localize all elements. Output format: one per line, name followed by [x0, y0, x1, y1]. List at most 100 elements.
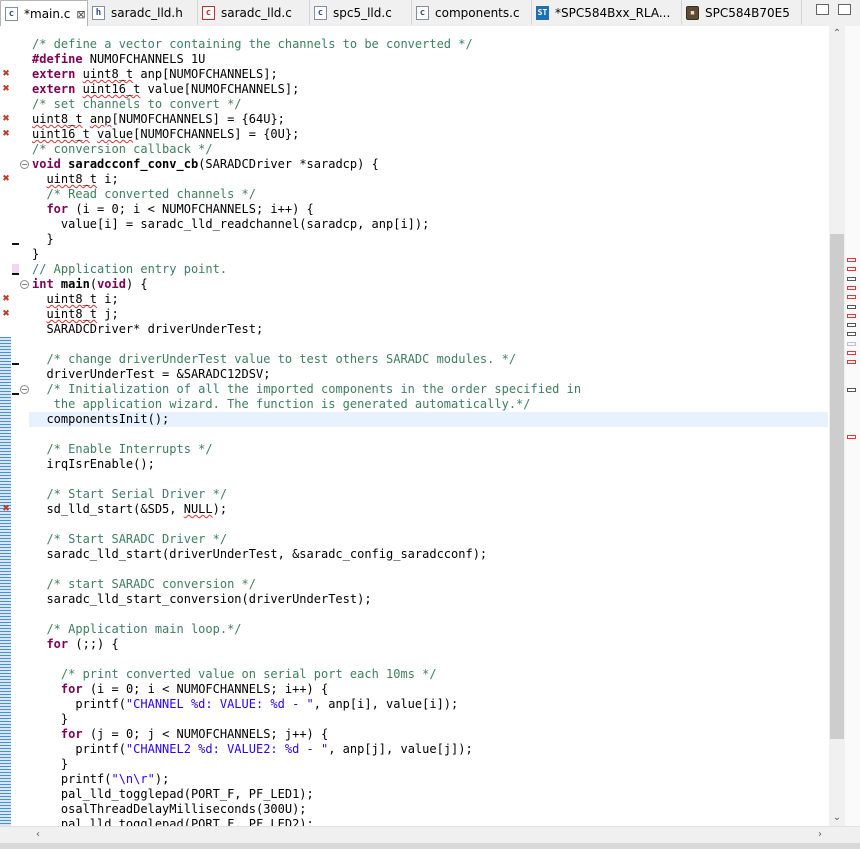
scroll-left-icon[interactable]: ‹ — [30, 827, 46, 843]
code-line[interactable]: void saradcconf_conv_cb(SARADCDriver *sa… — [32, 157, 828, 172]
code-line[interactable]: for (i = 0; i < NUMOFCHANNELS; i++) { — [32, 202, 828, 217]
code-line[interactable]: } — [32, 712, 828, 727]
code-line[interactable]: /* Enable Interrupts */ — [32, 442, 828, 457]
current-code-line[interactable]: componentsInit(); — [29, 412, 828, 427]
overview-marker[interactable] — [847, 332, 856, 337]
code-line[interactable]: value[i] = saradc_lld_readchannel(saradc… — [32, 217, 828, 232]
code-line[interactable]: uint16_t value[NUMOFCHANNELS] = {0U}; — [32, 127, 828, 142]
code-line[interactable]: /* Start Serial Driver */ — [32, 487, 828, 502]
scroll-up-icon[interactable]: ⌃ — [829, 26, 845, 42]
code-line[interactable]: uint8_t anp[NUMOFCHANNELS] = {64U}; — [32, 112, 828, 127]
fold-toggle-icon[interactable]: − — [20, 385, 29, 394]
fold-toggle-icon[interactable]: − — [20, 280, 29, 289]
vertical-scrollbar[interactable]: ⌃ ⌄ — [829, 26, 845, 826]
tab-spc5-lld-c[interactable]: c spc5_lld.c — [310, 0, 412, 25]
code-line[interactable]: irqIsrEnable(); — [32, 457, 828, 472]
error-marker-icon[interactable]: ✖ — [1, 114, 11, 124]
error-marker-icon[interactable]: ✖ — [1, 84, 11, 94]
code-line[interactable] — [32, 562, 828, 577]
code-line[interactable]: saradc_lld_start_conversion(driverUnderT… — [32, 592, 828, 607]
error-marker-icon[interactable]: ✖ — [1, 309, 11, 319]
overview-marker[interactable] — [847, 388, 856, 393]
code-line[interactable]: for (i = 0; i < NUMOFCHANNELS; i++) { — [32, 682, 828, 697]
code-line[interactable]: int main(void) { — [32, 277, 828, 292]
code-editor[interactable]: ✖ ✖ ✖ ✖ ✖ ✖ ✖ ✖ − − − /* define a vector containin… — [0, 26, 860, 831]
code-line[interactable]: printf("CHANNEL %d: VALUE: %d - ", anp[i… — [32, 697, 828, 712]
error-marker-icon[interactable]: ✖ — [1, 129, 11, 139]
maximize-icon[interactable] — [838, 4, 851, 15]
code-line[interactable] — [32, 652, 828, 667]
code-line[interactable]: printf("\n\r"); — [32, 772, 828, 787]
tab-components-c[interactable]: c components.c — [412, 0, 532, 25]
overview-marker[interactable] — [847, 323, 856, 328]
close-tab-icon[interactable]: ⊠ — [76, 8, 85, 21]
code-line[interactable]: printf("CHANNEL2 %d: VALUE2: %d - ", anp… — [32, 742, 828, 757]
error-marker-icon[interactable]: ✖ — [1, 294, 11, 304]
code-line[interactable]: #define NUMOFCHANNELS 1U — [32, 52, 828, 67]
minimize-icon[interactable] — [816, 4, 829, 15]
overview-marker[interactable] — [847, 341, 856, 346]
overview-marker[interactable] — [847, 285, 856, 290]
scroll-right-icon[interactable]: › — [812, 827, 828, 843]
overview-marker[interactable] — [847, 258, 856, 262]
error-marker-icon[interactable]: ✖ — [1, 69, 11, 79]
code-line[interactable] — [32, 517, 828, 532]
code-line[interactable]: for (j = 0; j < NUMOFCHANNELS; j++) { — [32, 727, 828, 742]
code-line[interactable]: the application wizard. The function is … — [32, 397, 828, 412]
code-line[interactable]: uint8_t i; — [32, 172, 828, 187]
code-line[interactable] — [32, 337, 828, 352]
overview-marker[interactable] — [847, 360, 856, 365]
code-line[interactable]: /* conversion callback */ — [32, 142, 828, 157]
code-line[interactable]: osalThreadDelayMilliseconds(300U); — [32, 802, 828, 817]
error-marker-icon[interactable]: ✖ — [1, 174, 11, 184]
horizontal-scrollbar[interactable]: ‹ › — [0, 826, 860, 844]
code-line[interactable]: uint8_t i; — [32, 292, 828, 307]
code-line[interactable]: sd_lld_start(&SD5, NULL); — [32, 502, 828, 517]
code-line[interactable]: SARADCDriver* driverUnderTest; — [32, 322, 828, 337]
overview-marker[interactable] — [847, 304, 856, 309]
code-line[interactable]: extern uint16_t value[NUMOFCHANNELS]; — [32, 82, 828, 97]
overview-marker[interactable] — [847, 276, 856, 281]
fold-toggle-icon[interactable]: − — [20, 160, 29, 169]
tab-spc584bxx-rla[interactable]: ST *SPC584Bxx_RLA... — [532, 0, 682, 25]
code-line[interactable] — [32, 427, 828, 442]
code-line[interactable]: /* Read converted channels */ — [32, 187, 828, 202]
overview-marker[interactable] — [847, 295, 856, 300]
scrollbar-thumb[interactable] — [830, 234, 844, 739]
code-line[interactable]: pal_lld_togglepad(PORT_F, PF_LED1); — [32, 787, 828, 802]
code-line[interactable]: /* Start SARADC Driver */ — [32, 532, 828, 547]
tab-spc584b70e5[interactable]: ▪ SPC584B70E5 — [682, 0, 802, 25]
code-line[interactable]: uint8_t j; — [32, 307, 828, 322]
overview-marker[interactable] — [847, 313, 856, 318]
overview-marker[interactable] — [847, 267, 856, 272]
code-line[interactable]: extern uint8_t anp[NUMOFCHANNELS]; — [32, 67, 828, 82]
overview-marker[interactable] — [847, 351, 856, 355]
code-line[interactable]: /* Application main loop.*/ — [32, 622, 828, 637]
scroll-down-icon[interactable]: ⌄ — [829, 810, 845, 826]
code-line[interactable]: /* change driverUnderTest value to test … — [32, 352, 828, 367]
error-marker-icon[interactable]: ✖ — [1, 504, 11, 514]
code-line[interactable]: /* define a vector containing the channe… — [32, 37, 828, 52]
overview-marker[interactable] — [847, 434, 856, 439]
tab-saradc-lld-h[interactable]: h saradc_lld.h — [88, 0, 198, 25]
tab-main-c[interactable]: c *main.c ⊠ — [0, 0, 88, 27]
code-line[interactable]: /* set channels to convert */ — [32, 97, 828, 112]
code-keyword: for — [60, 727, 83, 741]
code-line[interactable]: // Application entry point. — [32, 262, 828, 277]
code-text[interactable]: /* define a vector containing the channe… — [29, 37, 828, 832]
code-line[interactable]: } — [32, 247, 828, 262]
code-line[interactable]: for (;;) { — [32, 637, 828, 652]
code-line[interactable]: saradc_lld_start(driverUnderTest, &sarad… — [32, 547, 828, 562]
code-line[interactable]: /* Initialization of all the imported co… — [32, 382, 828, 397]
code-line[interactable] — [32, 472, 828, 487]
code-token: (i = 0; i < NUMOFCHANNELS; i++) { — [82, 682, 329, 696]
code-line[interactable]: } — [32, 232, 828, 247]
code-line[interactable] — [32, 607, 828, 622]
tab-saradc-lld-c[interactable]: c saradc_lld.c — [198, 0, 310, 25]
code-line[interactable]: /* print converted value on serial port … — [32, 667, 828, 682]
overview-ruler[interactable] — [845, 26, 860, 826]
code-line[interactable]: driverUnderTest = &SARADC12DSV; — [32, 367, 828, 382]
code-line[interactable]: } — [32, 757, 828, 772]
code-line[interactable]: /* start SARADC conversion */ — [32, 577, 828, 592]
